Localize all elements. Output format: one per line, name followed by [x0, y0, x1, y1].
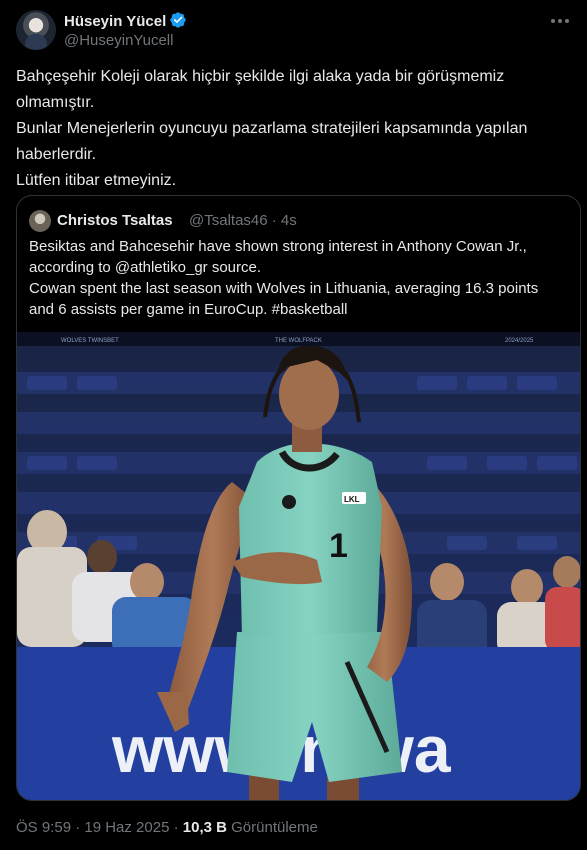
basketball-player-photo: WOLVES TWINSBET THE WOLFPACK 2024/2025 L…	[17, 332, 580, 800]
jersey-number: 1	[329, 527, 348, 565]
quoted-author-name: Christos Tsaltas	[57, 212, 173, 229]
quoted-tweet[interactable]: Christos Tsaltas @Tsaltas46 · 4s Besikta…	[16, 195, 581, 801]
banner-text-right: 2024/2025	[505, 338, 534, 344]
author-name-row[interactable]: Hüseyin Yücel	[64, 11, 187, 30]
tweet-footer: ÖS 9:59 · 19 Haz 2025 · 10,3 B Görüntüle…	[16, 819, 318, 836]
more-dot-icon	[565, 19, 569, 23]
quoted-author-handle: @Tsaltas46 · 4s	[189, 212, 297, 229]
jersey-badge-text: LKL	[344, 495, 360, 504]
tweet-text-line: olmamıştır.	[16, 94, 95, 111]
tweet-header: Hüseyin Yücel @HuseyinYucell	[16, 8, 571, 52]
views-count: 10,3 B	[182, 819, 227, 836]
quoted-author-avatar	[29, 210, 51, 232]
more-dot-icon	[558, 19, 562, 23]
quoted-photo[interactable]: WOLVES TWINSBET THE WOLFPACK 2024/2025 L…	[17, 332, 580, 800]
tweet-text-line: Bahçeşehir Koleji olarak hiçbir şekilde …	[16, 68, 505, 85]
verified-badge-icon	[170, 12, 186, 28]
tweet-text-line: Bunlar Menejerlerin oyuncuyu pazarlama s…	[16, 120, 528, 137]
quoted-text-line: and 6 assists per game in EuroCup. #bask…	[29, 301, 348, 318]
tweet-text: Bahçeşehir Koleji olarak hiçbir şekilde …	[16, 64, 576, 194]
banner-text-left: WOLVES TWINSBET	[61, 338, 119, 344]
quoted-text-line: Besiktas and Bahcesehir have shown stron…	[29, 238, 527, 255]
quoted-text-line: Cowan spent the last season with Wolves …	[29, 280, 539, 297]
author-name[interactable]: Hüseyin Yücel	[64, 13, 166, 30]
quoted-tweet-text: Besiktas and Bahcesehir have shown stron…	[29, 236, 569, 320]
views-label: Görüntüleme	[226, 819, 318, 836]
tweet-timestamp[interactable]: ÖS 9:59 · 19 Haz 2025 ·	[16, 819, 183, 836]
more-dot-icon	[551, 19, 555, 23]
more-options-button[interactable]	[549, 12, 571, 30]
author-handle[interactable]: @HuseyinYucell	[64, 32, 173, 49]
tweet-text-line: haberlerdir.	[16, 146, 97, 163]
tweet-text-line: Lütfen itibar etmeyiniz.	[16, 172, 177, 189]
banner-text-center: THE WOLFPACK	[275, 338, 322, 344]
quoted-text-line: according to @athletiko_gr source.	[29, 259, 262, 276]
author-avatar[interactable]	[16, 10, 56, 50]
